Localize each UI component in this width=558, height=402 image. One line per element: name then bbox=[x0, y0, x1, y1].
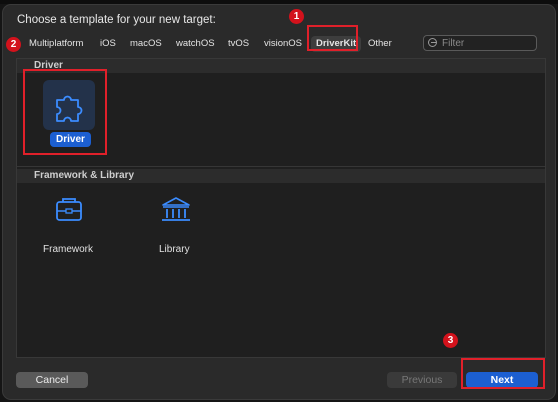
filter-placeholder: Filter bbox=[442, 38, 465, 49]
section-header-framework-library: Framework & Library bbox=[17, 169, 545, 183]
cancel-button[interactable]: Cancel bbox=[16, 372, 88, 388]
section-divider bbox=[17, 166, 545, 167]
tab-watchos[interactable]: watchOS bbox=[176, 36, 215, 52]
tab-other[interactable]: Other bbox=[368, 36, 392, 52]
dialog-title: Choose a template for your new target: bbox=[17, 14, 216, 26]
annotation-badge-3: 3 bbox=[443, 333, 458, 348]
tab-multiplatform[interactable]: Multiplatform bbox=[29, 36, 83, 52]
annotation-badge-2: 2 bbox=[6, 37, 21, 52]
filter-field[interactable]: Filter bbox=[423, 35, 537, 51]
annotation-badge-1: 1 bbox=[289, 9, 304, 24]
tab-tvos[interactable]: tvOS bbox=[228, 36, 249, 52]
new-target-dialog: Choose a template for your new target: M… bbox=[2, 4, 556, 400]
filter-icon bbox=[428, 38, 437, 47]
tab-macos[interactable]: macOS bbox=[130, 36, 162, 52]
tab-ios[interactable]: iOS bbox=[100, 36, 116, 52]
toolbox-icon bbox=[56, 198, 82, 221]
annotation-box-driverkit bbox=[307, 25, 358, 51]
template-tile-library[interactable]: Library bbox=[151, 192, 201, 255]
annotation-box-driver bbox=[23, 69, 107, 155]
previous-button[interactable]: Previous bbox=[387, 372, 457, 388]
library-building-icon bbox=[162, 197, 190, 221]
template-tile-framework[interactable]: Framework bbox=[41, 192, 97, 255]
tab-visionos[interactable]: visionOS bbox=[264, 36, 302, 52]
annotation-box-next bbox=[461, 358, 545, 389]
template-label-library: Library bbox=[159, 244, 190, 255]
template-label-framework: Framework bbox=[43, 244, 94, 255]
